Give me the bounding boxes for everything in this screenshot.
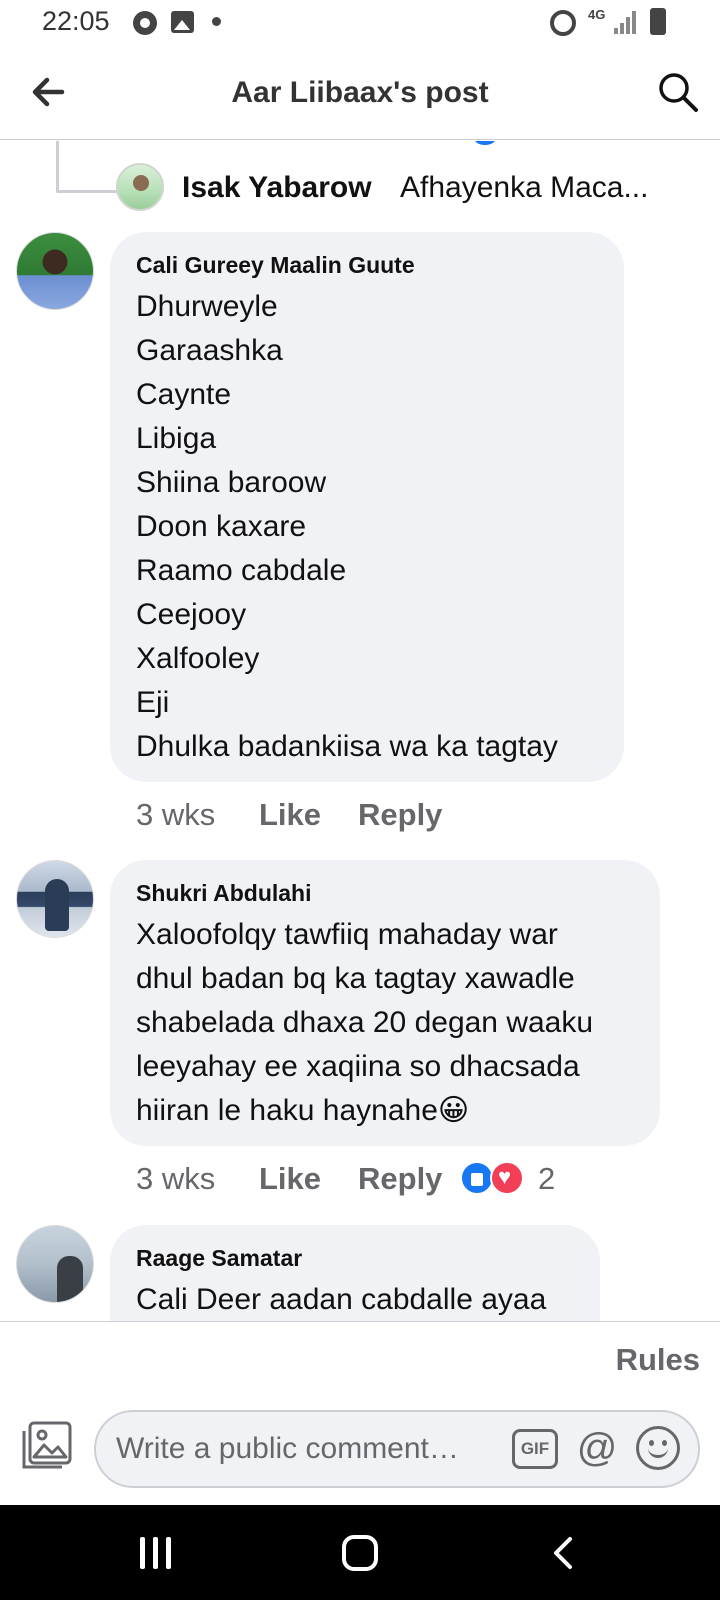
comment-line: Xalfooley <box>136 642 260 675</box>
comment-line: shabelada dhaxa 20 degan waaku <box>136 1006 594 1039</box>
comment-bubble[interactable]: Shukri Abdulahi Xaloofolqy tawfiiq mahad… <box>110 860 660 1146</box>
home-icon[interactable] <box>342 1535 378 1571</box>
chrome-icon <box>133 11 157 35</box>
search-icon[interactable] <box>656 70 700 114</box>
comment-timestamp: 3 wks <box>136 797 216 832</box>
comment-line: leeyahay ee xaqiina so dhacsada <box>136 1050 580 1083</box>
system-nav-bar <box>0 1505 720 1600</box>
comment-actions: 3 wks Like Reply 2 <box>136 1161 586 1201</box>
reply-author[interactable]: Isak Yabarow <box>182 171 372 205</box>
comment-line: Garaashka <box>136 334 283 367</box>
rules-link[interactable]: Rules <box>616 1342 700 1378</box>
like-button[interactable]: Like <box>259 797 321 833</box>
comments-feed[interactable]: Isak Yabarow Afhayenka Maca... Cali Gure… <box>0 141 720 1321</box>
battery-icon <box>650 8 666 35</box>
recent-apps-icon[interactable] <box>140 1537 174 1569</box>
network-4g-icon: 4G <box>588 7 606 22</box>
comment-line: Caynte <box>136 378 232 411</box>
comment-line: Eji <box>136 686 170 719</box>
post-header: Aar Liibaax's post <box>0 48 720 140</box>
thread-connector <box>56 141 118 193</box>
status-time: 22:05 <box>42 6 110 36</box>
emoji-icon[interactable] <box>636 1426 680 1470</box>
comment-author[interactable]: Shukri Abdulahi <box>136 880 634 907</box>
avatar[interactable] <box>16 232 94 310</box>
avatar[interactable] <box>16 860 94 938</box>
reply-button[interactable]: Reply <box>358 797 442 833</box>
comment-line: dhul badan bq ka tagtay xawadle <box>136 962 575 995</box>
comment-line: Ceejooy <box>136 598 247 631</box>
gallery-icon <box>171 11 194 33</box>
avatar[interactable] <box>16 1225 94 1303</box>
gif-button[interactable]: GIF <box>512 1429 558 1469</box>
page-title: Aar Liibaax's post <box>231 76 489 109</box>
comment-line: Shiina baroow <box>136 466 327 499</box>
photo-icon[interactable] <box>20 1421 74 1471</box>
comment-line: Raamo cabdale <box>136 554 347 587</box>
comment-author[interactable]: Raage Samatar <box>136 1245 574 1272</box>
comment-timestamp: 3 wks <box>136 1161 216 1196</box>
comment-line: Cali Deer aadan cabdalle ayaa <box>136 1283 547 1316</box>
comment-bubble[interactable]: Raage Samatar Cali Deer aadan cabdalle a… <box>110 1225 600 1321</box>
status-bar: 22:05 4G <box>0 0 720 48</box>
comment-input-field[interactable]: GIF @ <box>94 1410 700 1488</box>
mention-button[interactable]: @ <box>574 1426 620 1472</box>
reply-preview-text: Afhayenka Maca... <box>400 171 649 204</box>
comment-line: Dhulka badankiisa wa ka tagtay <box>136 730 558 763</box>
collapsed-reply[interactable]: Isak Yabarow Afhayenka Maca... <box>116 163 686 211</box>
comment-line: Libiga <box>136 422 217 455</box>
love-reaction-icon[interactable] <box>490 1161 524 1195</box>
notification-dot-icon <box>212 17 221 26</box>
clipped-previous-row <box>340 141 490 143</box>
reply-button[interactable]: Reply <box>358 1161 442 1197</box>
clipped-reaction-icon <box>474 141 496 145</box>
like-button[interactable]: Like <box>259 1161 321 1197</box>
comment-line: Doon kaxare <box>136 510 307 543</box>
comment-line: hiiran le haku haynahe😀 <box>136 1094 470 1127</box>
comment-author[interactable]: Cali Gureey Maalin Guute <box>136 252 598 279</box>
comment-input[interactable] <box>116 1424 496 1474</box>
like-reaction-icon[interactable] <box>460 1161 494 1195</box>
signal-icon <box>614 10 638 34</box>
back-nav-icon[interactable] <box>546 1535 582 1571</box>
reaction-count[interactable]: 2 <box>538 1161 555 1197</box>
comment-bubble[interactable]: Cali Gureey Maalin Guute Dhurweyle Garaa… <box>110 232 624 782</box>
avatar[interactable] <box>116 163 164 211</box>
comment-composer: Rules GIF @ <box>0 1321 720 1505</box>
comment-line: Dhurweyle <box>136 290 278 323</box>
alarm-icon <box>550 10 576 36</box>
comment-line: Xaloofolqy tawfiiq mahaday war <box>136 918 558 951</box>
